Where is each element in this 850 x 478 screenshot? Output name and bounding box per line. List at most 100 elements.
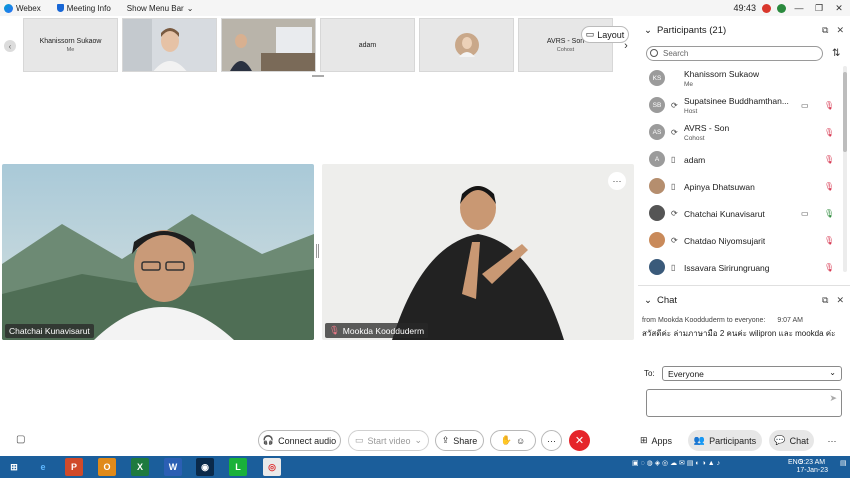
mic-muted-icon: 🎙 <box>329 325 340 335</box>
filmstrip-tile-video[interactable] <box>122 18 217 72</box>
participant-row[interactable]: AS ⟳ AVRS - Son Cohost 🎙 <box>640 119 840 145</box>
participants-tab-button[interactable]: 👥 Participants <box>688 430 762 451</box>
participants-scrollbar[interactable] <box>843 66 847 272</box>
system-tray-icons[interactable]: ▣ ◌ ◍ ◈ ◎ ☁ ✉ ▤ ◐ ◑ ▲ ♪ <box>632 459 720 467</box>
show-menu-bar-label: Show Menu Bar <box>126 3 184 13</box>
meeting-info-label: Meeting Info <box>66 3 111 13</box>
excel-icon[interactable]: X <box>131 458 149 476</box>
more-options-button[interactable]: ··· <box>541 430 562 451</box>
participant-avatar <box>454 33 479 57</box>
recording-icon <box>762 3 771 13</box>
restore-button[interactable]: ❐ <box>812 3 826 14</box>
close-icon[interactable]: ✕ <box>836 25 844 36</box>
connect-audio-button[interactable]: 🎧 Connect audio <box>258 430 341 451</box>
participant-row[interactable]: ▯ Issavara Sirirungruang 🎙 <box>640 254 840 280</box>
mobile-icon: ▯ <box>671 262 676 272</box>
participant-role: Host <box>684 108 698 115</box>
avatar <box>649 259 665 275</box>
chat-header-actions: ⧉ ✕ <box>822 295 844 306</box>
filmstrip-tile-video[interactable] <box>221 18 316 72</box>
powerpoint-icon[interactable]: P <box>65 458 83 476</box>
avatar <box>649 232 665 248</box>
chat-recipient-value: Everyone <box>668 368 704 379</box>
close-icon[interactable]: ✕ <box>836 295 844 306</box>
layout-button[interactable]: ▭ Layout <box>581 26 629 43</box>
filmstrip-prev-button[interactable]: ‹ <box>4 40 16 52</box>
chevron-down-icon: ⌄ <box>829 368 836 377</box>
participant-row[interactable]: KS Khanissorn Sukaow Me <box>640 65 840 91</box>
participant-video <box>2 164 314 340</box>
chat-tab-button[interactable]: 💬 Chat <box>769 430 814 451</box>
windows-start-icon[interactable]: ⊞ <box>5 458 23 476</box>
mic-muted-icon[interactable]: 🎙 <box>824 155 834 164</box>
internet-explorer-icon[interactable]: e <box>34 458 52 476</box>
video-more-options-button[interactable]: ··· <box>608 172 626 190</box>
participant-row[interactable]: ⟳ Chatdao Niyomsujarit 🎙 <box>640 227 840 253</box>
scrollbar-thumb[interactable] <box>843 72 847 152</box>
participant-row[interactable]: A ▯ adam 🎙 <box>640 146 840 172</box>
send-icon[interactable]: ➤ <box>829 393 837 404</box>
end-meeting-button[interactable]: ✕ <box>569 430 590 451</box>
participant-row[interactable]: SB ⟳ Supatsinee Buddhamthan... Host ▭ 🎙 <box>640 92 840 118</box>
mic-muted-icon[interactable]: 🎙 <box>824 182 834 191</box>
user-avatar-icon[interactable] <box>777 3 786 13</box>
taskbar-clock[interactable]: 9:23 AM 17-Jan-23 <box>796 459 828 475</box>
participants-header[interactable]: ⌄ Participants (21) <box>644 25 726 36</box>
filmstrip-tile[interactable]: Khanissorn Sukaow Me <box>23 18 118 72</box>
chat-message-input[interactable]: ➤ <box>646 389 842 417</box>
video-camera-icon: ▭ <box>801 208 809 218</box>
tile-role: Me <box>66 46 75 53</box>
close-window-button[interactable]: ✕ <box>832 3 846 14</box>
filmstrip-tile[interactable] <box>419 18 514 72</box>
popout-icon[interactable]: ⧉ <box>822 25 828 36</box>
show-menu-bar-button[interactable]: Show Menu Bar ⌄ <box>127 4 194 13</box>
apps-button[interactable]: ⊞ Apps <box>636 430 676 451</box>
raise-hand-icon[interactable]: ✋ <box>501 435 512 446</box>
participant-name: Issavara Sirirungruang <box>684 263 770 273</box>
panel-more-button[interactable]: ··· <box>823 430 841 451</box>
mic-muted-icon[interactable]: 🎙 <box>824 101 834 110</box>
webex-menu[interactable]: Webex <box>0 3 41 13</box>
start-video-button[interactable]: ▭ Start video ⌄ <box>348 430 429 451</box>
sort-icon[interactable]: ⇅ <box>832 48 840 59</box>
tile-role: Cohost <box>556 46 575 53</box>
chat-recipient-select[interactable]: Everyone ⌄ <box>662 366 842 381</box>
video-name-text: Chatchai Kunavisarut <box>9 326 90 336</box>
word-icon[interactable]: W <box>164 458 182 476</box>
notifications-icon[interactable]: ▤ <box>840 459 847 467</box>
video-tile-chatchai[interactable]: Chatchai Kunavisarut <box>2 164 314 340</box>
chat-header[interactable]: ⌄ Chat <box>644 295 677 306</box>
filmstrip-resize-handle[interactable] <box>312 75 324 77</box>
participants-tab-label: Participants <box>709 435 757 446</box>
participant-name: Khanissorn Sukaow <box>684 69 760 79</box>
video-tile-mookda[interactable]: ··· 🎙 Mookda Koodduderm <box>322 164 634 340</box>
share-button[interactable]: ⇪ Share <box>435 430 484 451</box>
video-splitter[interactable] <box>316 244 319 258</box>
sync-icon: ⟳ <box>671 127 678 137</box>
panel-divider <box>638 285 850 286</box>
meeting-info-button[interactable]: Meeting Info <box>56 3 111 13</box>
participant-name: Chatchai Kunavisarut <box>684 209 765 219</box>
clock-time: 9:23 AM <box>799 459 826 466</box>
video-camera-icon: ▭ <box>801 100 809 110</box>
participant-search-input[interactable]: Search <box>646 46 823 61</box>
filmstrip-tile[interactable]: adam <box>320 18 415 72</box>
mic-muted-icon[interactable]: 🎙 <box>824 128 834 137</box>
participant-row[interactable]: ▯ Apinya Dhatsuwan 🎙 <box>640 173 840 199</box>
participant-video-thumb <box>222 19 315 71</box>
outlook-icon[interactable]: O <box>98 458 116 476</box>
emoji-icon[interactable]: ☺ <box>516 436 525 446</box>
chevron-down-icon: ⌄ <box>644 295 652 306</box>
popout-icon[interactable]: ⧉ <box>822 295 828 306</box>
captions-icon[interactable]: ▢ <box>16 434 25 445</box>
webex-taskbar-icon[interactable]: ◉ <box>196 458 214 476</box>
mic-muted-icon[interactable]: 🎙 <box>824 236 834 245</box>
chrome-icon[interactable]: ◎ <box>263 458 281 476</box>
minimize-button[interactable]: — <box>792 3 806 13</box>
mic-muted-icon[interactable]: 🎙 <box>824 263 834 272</box>
mic-on-icon[interactable]: 🎙 <box>824 209 834 218</box>
participant-role: Cohost <box>684 135 705 142</box>
tile-name: adam <box>358 41 377 49</box>
line-app-icon[interactable]: L <box>229 458 247 476</box>
participant-row[interactable]: ⟳ Chatchai Kunavisarut ▭ 🎙 <box>640 200 840 226</box>
